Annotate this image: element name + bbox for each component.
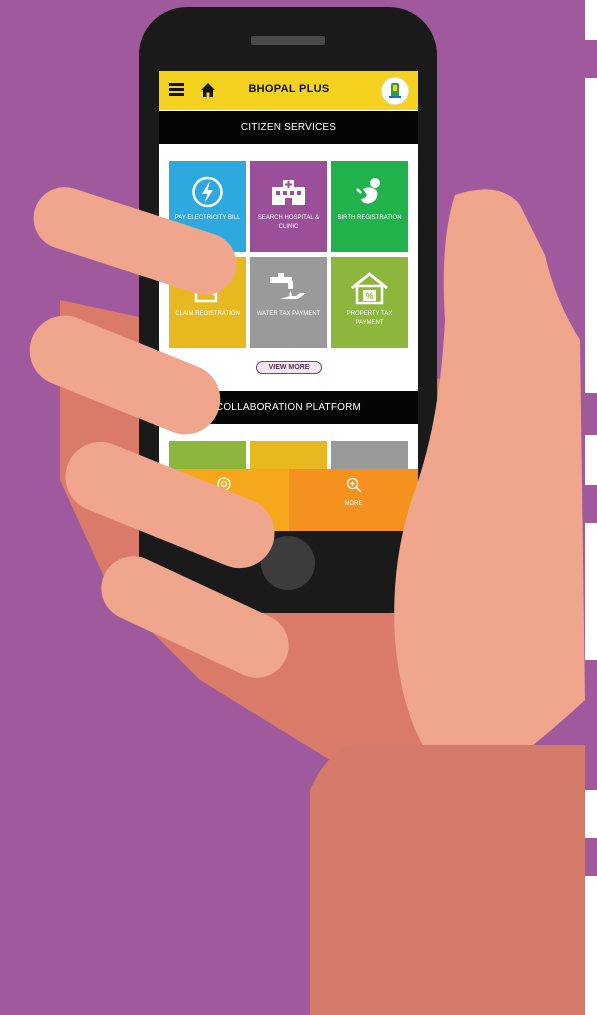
hand-front-illustration: [29, 187, 585, 1015]
